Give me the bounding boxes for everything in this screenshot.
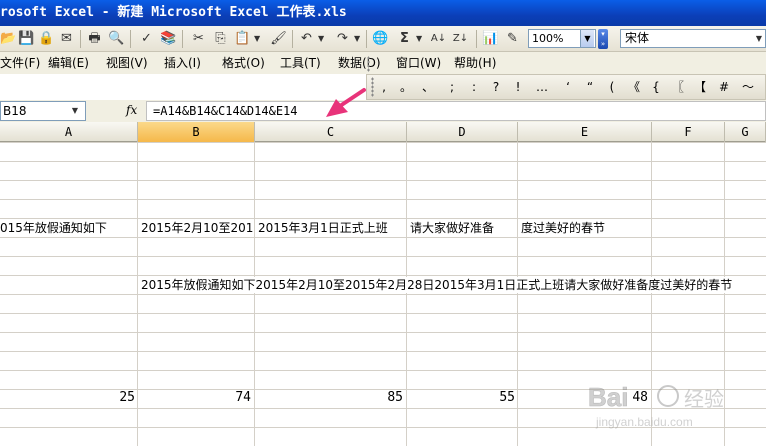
baidu-watermark: Bai 经验 jingyan.baidu.com [588,376,758,436]
column-header-a[interactable]: A [0,122,138,142]
sort-descending-icon[interactable]: Z↓ [452,30,469,47]
font-dropdown-icon[interactable]: ▼ [752,30,766,47]
name-box-value: B18 [3,104,27,118]
sort-ascending-icon[interactable]: A↓ [430,30,447,47]
column-header-d[interactable]: D [407,122,518,142]
cell-c-number[interactable]: 85 [255,390,403,406]
punctuation-toolbar: , 。 、 ; : ? ! … ‘ “ ( 《 { 〖 【 # ～ [366,74,766,100]
sigma-icon[interactable]: Σ [396,30,413,47]
punct-button[interactable]: ! [511,79,525,95]
cut-icon[interactable]: ✂ [190,30,207,47]
watermark-url: jingyan.baidu.com [595,415,693,429]
name-box-dropdown-icon[interactable]: ▼ [66,102,84,120]
toolbar-options-icon[interactable]: ▾» [598,29,608,49]
redo-dropdown-icon[interactable]: ▼ [354,30,360,47]
cell-b-number[interactable]: 74 [138,390,251,406]
research-icon[interactable]: 📚 [160,30,177,47]
standard-toolbar: 📂 💾 🔒 ✉ 🖶 🔍 ✓ 📚 ✂ ⎘ 📋 ▼ 🖌 ↶ ▼ ↷ ▼ 🌐 Σ ▼ … [0,26,766,52]
copy-icon[interactable]: ⎘ [212,30,229,47]
punct-button[interactable]: ( [605,79,619,95]
undo-dropdown-icon[interactable]: ▼ [318,30,324,47]
punct-button[interactable]: 、 [421,79,435,95]
menu-insert[interactable]: 插入(I) [164,55,201,71]
chart-wizard-icon[interactable]: 📊 [482,30,499,47]
menu-format[interactable]: 格式(O) [222,55,265,71]
zoom-dropdown-icon[interactable]: ▼ [580,30,594,47]
punct-button[interactable]: { [649,79,663,95]
svg-text:经验: 经验 [684,387,724,411]
menu-tools[interactable]: 工具(T) [280,55,321,71]
cell-e14[interactable]: 度过美好的春节 [521,220,605,236]
redo-icon[interactable]: ↷ [334,30,351,47]
formula-input[interactable]: =A14&B14&C14&D14&E14 [146,101,766,121]
spelling-icon[interactable]: ✓ [138,30,155,47]
column-header-row: A B C D E F G [0,122,766,142]
punct-button[interactable]: ? [489,79,503,95]
email-icon[interactable]: ✉ [58,30,75,47]
punct-button[interactable]: … [535,79,549,95]
punct-button[interactable]: , [377,79,391,95]
cell-a14[interactable]: 015年放假通知如下 [0,220,136,236]
zoom-value: 100% [532,32,564,45]
cell-b17-concat[interactable]: 2015年放假通知如下2015年2月10至2015年2月28日2015年3月1日… [141,277,733,293]
column-header-f[interactable]: F [652,122,725,142]
punct-button[interactable]: 【 [693,79,707,95]
cell-c14[interactable]: 2015年3月1日正式上班 [258,220,388,236]
font-select[interactable]: 宋体 [620,29,766,48]
punct-button[interactable]: : [467,79,481,95]
cell-d14[interactable]: 请大家做好准备 [410,220,494,236]
menu-data[interactable]: 数据(D) [338,55,381,71]
open-folder-icon[interactable]: 📂 [0,30,17,47]
punct-button[interactable]: “ [583,79,597,95]
menu-bar: 文件(F) 编辑(E) 视图(V) 插入(I) 格式(O) 工具(T) [0,52,370,74]
punct-button[interactable]: 〖 [671,79,685,95]
column-header-b[interactable]: B [138,122,255,142]
paste-dropdown-icon[interactable]: ▼ [254,30,260,47]
punct-button[interactable]: # [717,79,731,95]
font-value: 宋体 [625,31,650,45]
punct-button[interactable]: ～ [741,79,755,95]
print-preview-icon[interactable]: 🔍 [108,30,125,47]
insert-function-icon[interactable]: fx [126,103,137,117]
hyperlink-icon[interactable]: 🌐 [372,30,389,47]
window-title: rosoft Excel - 新建 Microsoft Excel 工作表.xl… [0,5,347,20]
drawing-icon[interactable]: ✎ [504,30,521,47]
save-icon[interactable]: 💾 [18,30,35,47]
autosum-dropdown-icon[interactable]: ▼ [416,30,422,47]
watermark-brand: Bai [588,382,628,412]
undo-icon[interactable]: ↶ [298,30,315,47]
toolbar-grip-icon[interactable] [367,56,370,72]
punctuation-grip-icon[interactable] [371,77,374,97]
menu-edit[interactable]: 编辑(E) [48,55,89,71]
menu-bar-right: 数据(D) 窗口(W) 帮助(H) [338,52,766,74]
window-title-bar: rosoft Excel - 新建 Microsoft Excel 工作表.xl… [0,0,766,26]
formula-bar: B18 ▼ fx =A14&B14&C14&D14&E14 [0,100,766,122]
cell-a-number[interactable]: 25 [0,390,135,406]
paste-icon[interactable]: 📋 [234,30,251,47]
menu-help[interactable]: 帮助(H) [454,55,496,71]
menu-view[interactable]: 视图(V) [106,55,148,71]
column-header-g[interactable]: G [725,122,766,142]
menu-file[interactable]: 文件(F) [0,55,40,71]
column-header-e[interactable]: E [518,122,652,142]
svg-text:Bai: Bai [588,382,628,412]
punct-button[interactable]: ; [445,79,459,95]
print-icon[interactable]: 🖶 [86,30,103,47]
punct-button[interactable]: ‘ [561,79,575,95]
cell-b14[interactable]: 2015年2月10至2015 [141,220,254,236]
watermark-brand2: 经验 [684,387,724,411]
punct-button[interactable]: 《 [627,79,641,95]
punct-button[interactable]: 。 [399,79,413,95]
cell-d-number[interactable]: 55 [407,390,515,406]
permission-icon[interactable]: 🔒 [38,30,55,47]
paw-icon [657,385,679,407]
column-header-c[interactable]: C [255,122,407,142]
formula-text: =A14&B14&C14&D14&E14 [153,104,298,118]
menu-window[interactable]: 窗口(W) [396,55,441,71]
format-painter-icon[interactable]: 🖌 [270,30,287,47]
svg-text:jingyan.baidu.com: jingyan.baidu.com [595,415,693,429]
